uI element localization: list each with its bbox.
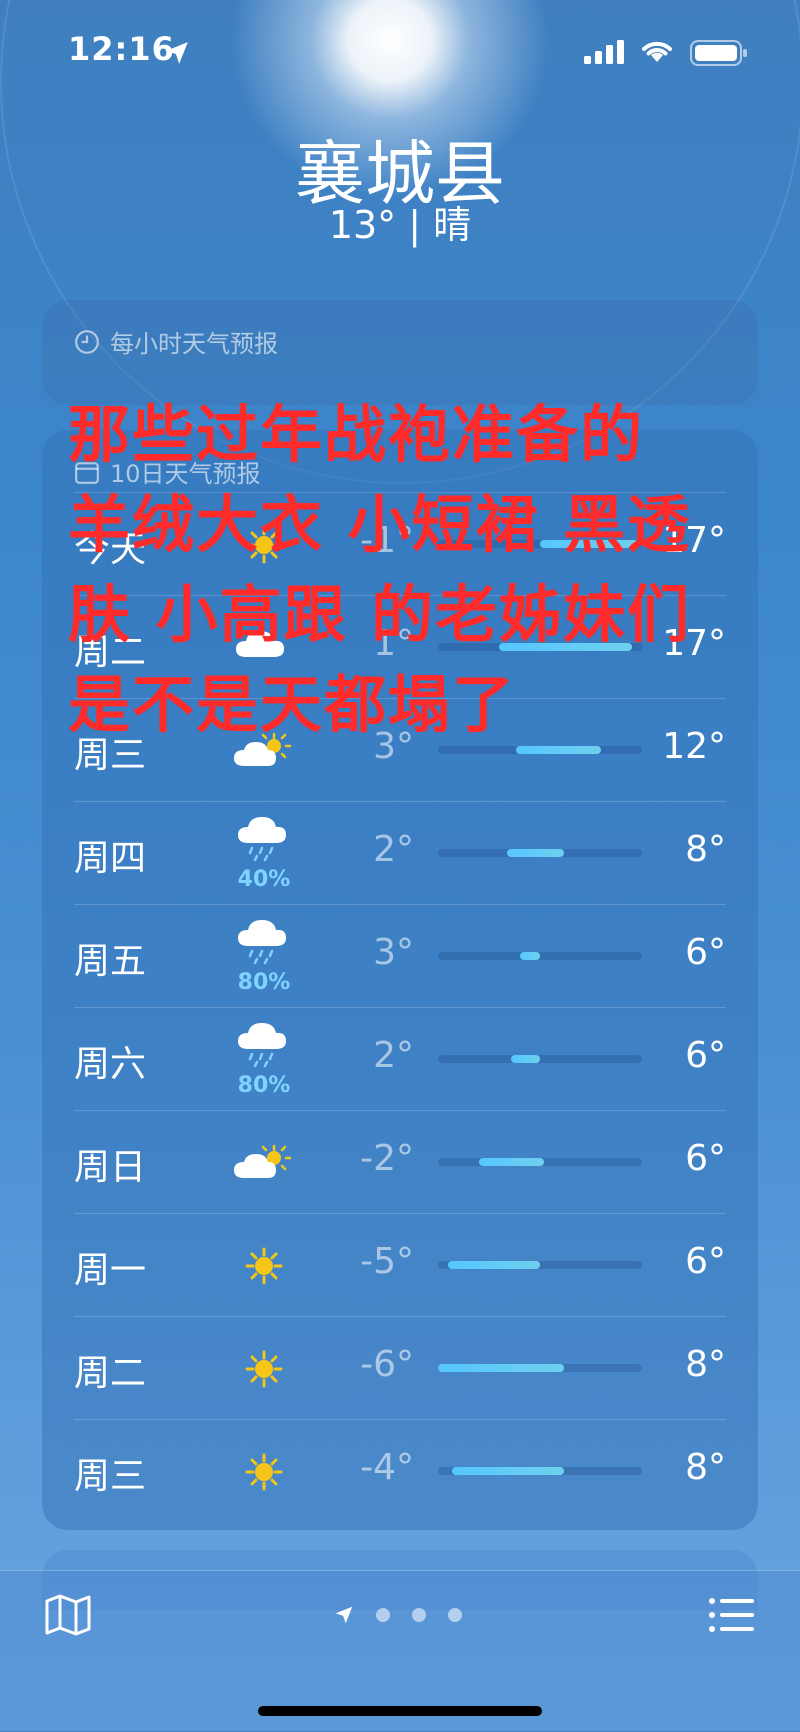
day-label: 周二 <box>74 1353 147 1394</box>
temp-range-fill <box>438 1364 565 1372</box>
row-divider <box>74 801 726 802</box>
page-dot[interactable] <box>448 1608 462 1622</box>
rain-icon <box>224 906 304 980</box>
row-divider <box>74 1419 726 1420</box>
temp-range-fill <box>511 1055 540 1063</box>
page-dot[interactable] <box>412 1608 426 1622</box>
temp-range-bar <box>438 1467 642 1475</box>
page-indicator[interactable] <box>334 1605 462 1625</box>
day-label: 周四 <box>74 838 147 879</box>
temp-range-bar <box>438 952 642 960</box>
temp-range-fill <box>519 952 540 960</box>
temp-range-bar <box>438 1261 642 1269</box>
overlay-line: 是不是天都塌了 <box>68 668 517 741</box>
temp-range-fill <box>507 849 565 857</box>
current-condition: 13° | 晴 <box>328 203 472 247</box>
overlay-line: 那些过年战袍准备的 <box>68 398 645 471</box>
forecast-row[interactable]: 周二 -6° 8° <box>74 1316 726 1419</box>
overlay-line: 羊绒大衣 小短裙 黑透 <box>68 488 692 561</box>
high-temp: 6° <box>685 1035 726 1076</box>
partly-sunny-icon <box>224 1124 304 1198</box>
low-temp: 3° <box>373 932 414 973</box>
sun-icon <box>224 1433 304 1507</box>
temp-range-fill <box>478 1158 545 1166</box>
row-divider <box>74 1213 726 1214</box>
low-temp: -6° <box>360 1344 414 1385</box>
high-temp: 6° <box>685 1241 726 1282</box>
day-label: 周六 <box>74 1044 147 1085</box>
temp-range-bar <box>438 1364 642 1372</box>
temp-range-fill <box>452 1467 565 1475</box>
battery-icon <box>690 40 747 66</box>
high-temp: 8° <box>685 829 726 870</box>
status-time: 12:16 <box>68 30 175 68</box>
status-bar: 12:16 <box>0 0 800 100</box>
high-temp: 8° <box>685 1344 726 1385</box>
hourly-header: 每小时天气预报 <box>74 324 278 359</box>
low-temp: -2° <box>360 1138 414 1179</box>
high-temp: 8° <box>685 1447 726 1488</box>
overlay-caption: 那些过年战袍准备的 羊绒大衣 小短裙 黑透 肤 小高跟 的老姊妹们 是不是天都塌… <box>68 390 768 750</box>
wifi-icon <box>642 41 672 62</box>
rain-icon <box>224 1009 304 1083</box>
location-arrow-icon <box>166 42 188 64</box>
overlay-line: 肤 小高跟 的老姊妹们 <box>68 578 692 651</box>
precip-chance: 80% <box>237 970 291 995</box>
row-divider <box>74 1316 726 1317</box>
temp-range-fill <box>448 1261 540 1269</box>
row-divider <box>74 904 726 905</box>
forecast-row[interactable]: 周日 -2° 6° <box>74 1110 726 1213</box>
temp-range-bar <box>438 1158 642 1166</box>
forecast-row[interactable]: 周一 -5° 6° <box>74 1213 726 1316</box>
home-indicator[interactable] <box>258 1706 542 1716</box>
low-temp: 2° <box>373 829 414 870</box>
list-icon[interactable] <box>708 1597 754 1633</box>
forecast-row[interactable]: 周四 40% 2° 8° <box>74 801 726 904</box>
day-label: 周日 <box>74 1147 147 1188</box>
precip-chance: 40% <box>237 867 291 892</box>
row-divider <box>74 1110 726 1111</box>
forecast-row[interactable]: 周三 -4° 8° <box>74 1419 726 1522</box>
location-page-icon[interactable] <box>334 1605 354 1625</box>
day-label: 周一 <box>74 1250 147 1291</box>
day-label: 周三 <box>74 1456 147 1497</box>
sun-icon <box>224 1227 304 1301</box>
day-label: 周五 <box>74 941 147 982</box>
signal-icon <box>584 40 624 64</box>
high-temp: 6° <box>685 932 726 973</box>
forecast-row[interactable]: 周六 80% 2° 6° <box>74 1007 726 1110</box>
clock-icon <box>75 329 99 354</box>
precip-chance: 80% <box>237 1073 291 1098</box>
temp-range-bar <box>438 1055 642 1063</box>
map-icon[interactable] <box>44 1593 92 1637</box>
low-temp: -4° <box>360 1447 414 1488</box>
high-temp: 6° <box>685 1138 726 1179</box>
row-divider <box>74 1007 726 1008</box>
sun-icon <box>224 1330 304 1404</box>
forecast-row[interactable]: 周五 80% 3° 6° <box>74 904 726 1007</box>
rain-icon <box>224 803 304 877</box>
hourly-title: 每小时天气预报 <box>110 330 278 358</box>
low-temp: -5° <box>360 1241 414 1282</box>
low-temp: 2° <box>373 1035 414 1076</box>
temp-range-bar <box>438 849 642 857</box>
page-dot[interactable] <box>376 1608 390 1622</box>
